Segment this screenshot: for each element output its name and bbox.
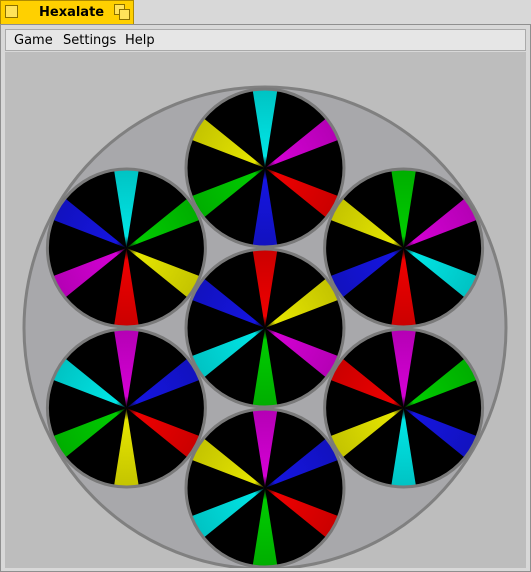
window-title: Hexalate xyxy=(39,5,105,20)
game-board xyxy=(22,85,508,568)
piece-upper-right[interactable] xyxy=(323,166,485,330)
piece-lower-right[interactable] xyxy=(323,326,485,490)
menu-bar: Game Settings Help xyxy=(5,29,526,51)
piece-lower-left[interactable] xyxy=(45,326,207,490)
game-board-area xyxy=(5,52,526,568)
piece-center[interactable] xyxy=(184,246,346,410)
piece-upper-left[interactable] xyxy=(45,166,207,330)
menu-help[interactable]: Help xyxy=(125,33,155,48)
piece-bottom[interactable] xyxy=(184,406,346,568)
menu-game[interactable]: Game xyxy=(14,33,53,48)
app-window: Game Settings Help xyxy=(0,24,531,572)
piece-top[interactable] xyxy=(184,86,346,250)
window-tab[interactable]: Hexalate xyxy=(0,0,134,24)
menu-settings[interactable]: Settings xyxy=(63,33,116,48)
close-icon[interactable] xyxy=(5,5,18,18)
zoom-icon[interactable] xyxy=(114,4,131,21)
